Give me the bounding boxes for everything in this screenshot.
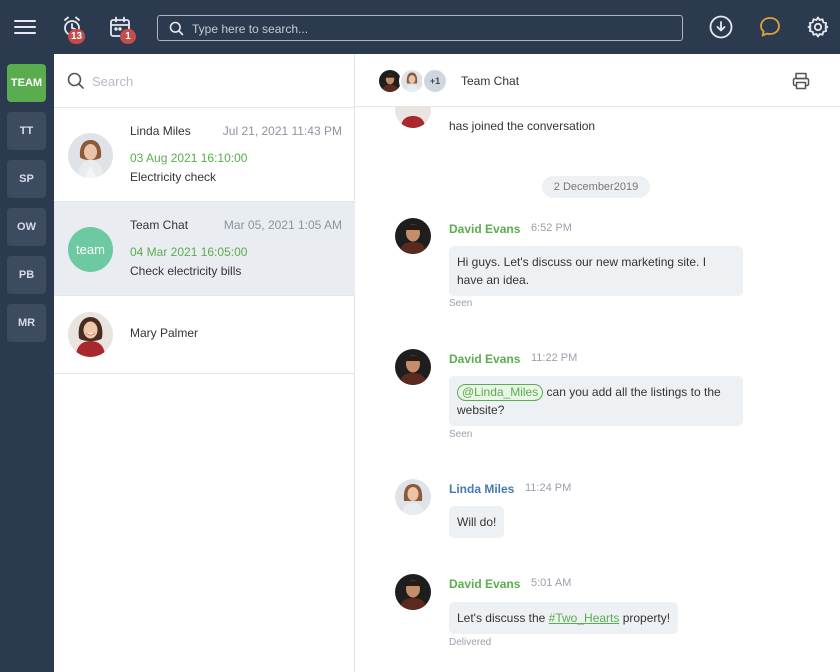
conversation-list: Linda Miles Jul 21, 2021 11:43 PM 03 Aug… [54,54,355,672]
conversation-last-date: 03 Aug 2021 16:10:00 [130,151,248,165]
message-time: 5:01 AM [531,577,572,589]
message-bubble: Will do! [449,506,505,538]
message-author: Linda Miles [449,482,515,496]
avatar-linda-miles [68,133,113,178]
message-time: 6:52 PM [531,222,572,234]
conversation-last-date: 04 Mar 2021 16:05:00 [130,245,248,259]
date-divider: 2 December2019 [542,176,650,198]
conversation-name: Linda Miles [130,124,191,138]
menu-icon[interactable] [10,12,40,42]
global-search-input[interactable] [192,20,662,37]
avatar-mary-palmer [68,312,113,357]
message-text: have an idea. [457,273,530,287]
conversation-item-linda-miles[interactable]: Linda Miles Jul 21, 2021 11:43 PM 03 Aug… [54,108,355,202]
avatar-david-evans [395,349,431,385]
rail-item-ow[interactable]: OW [7,208,46,246]
message-author: David Evans [449,222,521,236]
more-members-badge[interactable]: +1 [422,68,448,94]
message-text: website? [457,403,505,417]
avatar-david-evans [395,218,431,254]
calendar-icon[interactable]: 1 [105,12,136,44]
avatar-linda-miles [395,479,431,515]
message-time: 11:24 PM [525,482,572,494]
search-icon [169,21,184,36]
top-bar: 13 1 [0,0,840,54]
message-status: Seen [449,429,473,440]
message-author: David Evans [449,352,521,366]
conversation-time: Mar 05, 2021 1:05 AM [223,218,342,232]
message-text: Will do! [457,515,497,529]
system-message: has joined the conversation [449,119,596,133]
message-author: David Evans [449,577,521,591]
message-status: Delivered [449,637,492,648]
conversation-preview: Electricity check [130,170,217,184]
conversation-name: Team Chat [130,218,189,232]
conversation-item-team-chat[interactable]: team Team Chat Mar 05, 2021 1:05 AM 04 M… [54,202,355,296]
conversation-name: Mary Palmer [130,326,199,340]
rail-item-pb[interactable]: PB [7,256,46,294]
avatar-david-evans [395,574,431,610]
download-cloud-icon[interactable] [706,12,736,42]
conversation-search-input[interactable] [92,72,332,90]
chat-header: +1 Team Chat [355,54,840,107]
alarm-clock-icon[interactable]: 13 [58,12,88,44]
message-bubble: Hi guys. Let's discuss our new marketing… [449,246,743,296]
message-text: Let's discuss the [457,611,549,625]
avatar-team: team [68,227,113,272]
chat-bubble-icon[interactable] [755,12,785,42]
rail-item-tt[interactable]: TT [7,112,46,150]
rail-item-sp[interactable]: SP [7,160,46,198]
chat-title: Team Chat [461,74,520,88]
message-status: Seen [449,298,473,309]
team-rail: TEAM TT SP OW PB MR [0,54,54,672]
chat-pane: +1 Team Chat has joined the conversation… [355,54,840,672]
settings-gear-icon[interactable] [803,12,833,42]
search-icon [67,72,84,89]
alarm-badge: 13 [68,29,86,44]
hashtag-link[interactable]: #Two_Hearts [549,611,620,625]
message-time: 11:22 PM [531,352,578,364]
avatar-team-label: team [76,242,105,257]
message-text: property! [619,611,671,625]
conversation-item-mary-palmer[interactable]: Mary Palmer [54,296,355,374]
message-text: Hi guys. Let's discuss our new marketing… [457,255,707,269]
user-mention-link[interactable]: @Linda_Miles [457,384,544,401]
conversation-preview: Check electricity bills [130,264,242,278]
calendar-badge: 1 [120,29,136,44]
message-bubble: @Linda_Miles can you add all the listing… [449,376,743,426]
message-bubble: Let's discuss the #Two_Hearts property! [449,602,679,634]
conversation-time: Jul 21, 2021 11:43 PM [222,124,342,138]
rail-item-mr[interactable]: MR [7,304,46,342]
conversation-search[interactable] [54,54,355,108]
message-text: can you add all the listings to the [543,385,721,399]
global-search[interactable] [157,15,683,41]
print-icon[interactable] [791,71,811,91]
rail-item-team[interactable]: TEAM [7,64,46,102]
